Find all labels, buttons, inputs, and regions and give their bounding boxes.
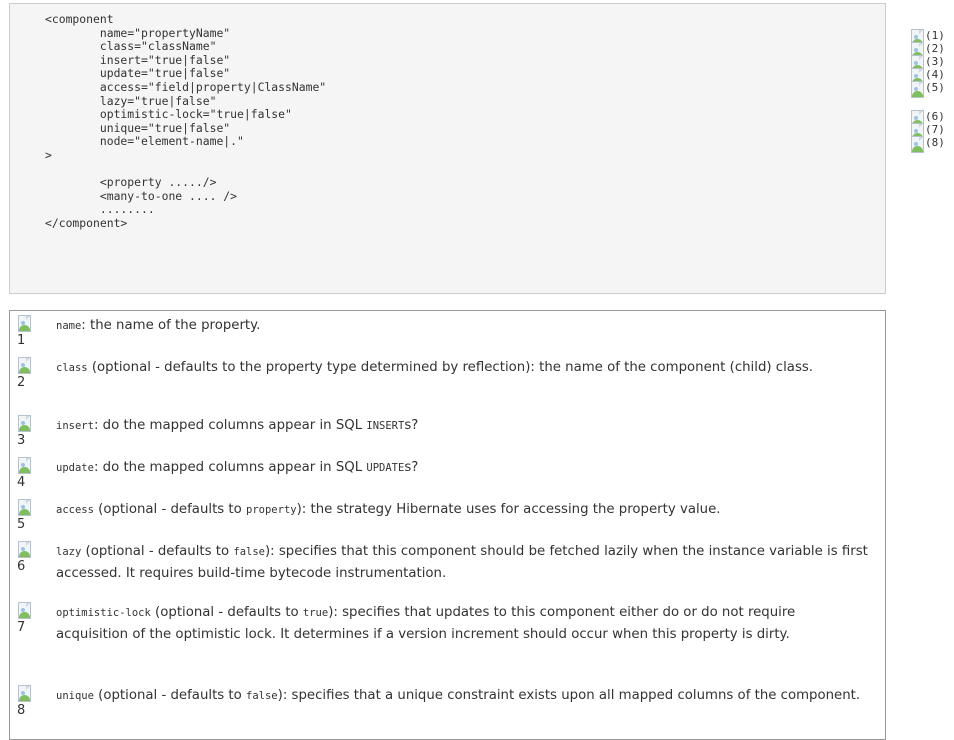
callout-list: 1 name: the name of the property. 2 class (… [9, 310, 886, 740]
code-listing: <component name="propertyName" class="cl… [9, 3, 886, 294]
code-line: lazy="true|false" [45, 93, 217, 108]
callout-item-text: name: the name of the property. [56, 315, 871, 337]
code-line: <component [45, 12, 114, 26]
description-text: s? [404, 418, 419, 433]
callout-item-number: 5 [17, 517, 26, 532]
code-literal: name [56, 320, 82, 332]
callout-item-number: 2 [17, 375, 26, 390]
callout-item-text: optimistic-lock (optional - defaults to … [56, 602, 871, 646]
callout-marker-8[interactable]: (8) [908, 135, 945, 153]
code-line: optimistic-lock="true|false" [45, 107, 292, 122]
code-literal: false [233, 546, 265, 558]
code-literal: UPDATE [366, 462, 405, 474]
callout-item-number: 8 [17, 703, 26, 718]
code-literal: access [56, 504, 94, 516]
code-line: > [45, 147, 52, 162]
description-text: (optional - defaults to [81, 544, 234, 559]
code-line: </component> [45, 215, 128, 230]
code-line: <many-to-one .... /> [45, 188, 238, 203]
code-line: update="true|false" [45, 66, 231, 81]
broken-image-icon [15, 356, 35, 376]
callout-marker-6[interactable]: (6) [908, 109, 945, 127]
code-line: node="element-name|." [45, 134, 244, 149]
broken-image-icon [15, 684, 35, 704]
broken-image-icon [15, 414, 35, 434]
code-text: <component name="propertyName" class="cl… [45, 12, 327, 231]
code-literal: insert [56, 420, 94, 432]
callout-item-number: 3 [17, 433, 26, 448]
code-literal: property [246, 504, 297, 516]
callout-marker-3[interactable]: (3) [908, 54, 945, 72]
code-literal: INSERT [366, 420, 405, 432]
code-line: ........ [45, 202, 155, 217]
broken-image-icon [15, 601, 35, 621]
description-text: : the name of the property. [81, 318, 261, 333]
description-text: (optional - defaults to [93, 502, 247, 517]
callout-item-text: update: do the mapped columns appear in … [56, 457, 871, 479]
code-literal: lazy [56, 546, 82, 558]
callout-marker-2[interactable]: (2) [908, 41, 945, 59]
code-line: access="field|property|ClassName" [45, 79, 327, 94]
code-literal: optimistic-lock [56, 607, 151, 619]
description-text: : do the mapped columns appear in SQL [93, 418, 367, 433]
code-line: <property ...../> [45, 175, 217, 190]
broken-image-icon [908, 80, 928, 100]
callout-item-text: class (optional - defaults to the proper… [56, 357, 871, 379]
callout-marker-7[interactable]: (7) [908, 122, 945, 140]
callout-marker-1[interactable]: (1) [908, 28, 945, 46]
description-text: (optional - defaults to [93, 688, 247, 703]
description-text: (optional - defaults to the property typ… [87, 360, 814, 375]
code-line: insert="true|false" [45, 52, 231, 67]
callout-marker-4[interactable]: (4) [908, 67, 945, 85]
description-text: ): the strategy Hibernate uses for acces… [296, 502, 721, 517]
description-text: s? [404, 460, 419, 475]
code-line: class="className" [45, 39, 217, 54]
code-line: unique="true|false" [45, 120, 231, 135]
code-literal: unique [56, 690, 94, 702]
description-text: (optional - defaults to [150, 605, 303, 620]
callout-marker-5[interactable]: (5) [908, 80, 945, 98]
broken-image-icon [908, 135, 928, 155]
description-text: ): specifies that a unique constraint ex… [277, 688, 861, 703]
broken-image-icon [15, 314, 35, 334]
code-literal: update [56, 462, 94, 474]
callout-item-text: lazy (optional - defaults to false): spe… [56, 541, 871, 585]
callout-item-number: 7 [17, 620, 26, 635]
callout-item-text: access (optional - defaults to property)… [56, 499, 871, 521]
code-literal: class [56, 362, 88, 374]
code-line: name="propertyName" [45, 25, 231, 40]
callout-item-number: 4 [17, 475, 26, 490]
description-text: : do the mapped columns appear in SQL [93, 460, 367, 475]
callout-item-number: 1 [17, 333, 26, 348]
broken-image-icon [15, 540, 35, 560]
broken-image-icon [15, 498, 35, 518]
code-literal: true [302, 607, 329, 619]
callout-item-text: insert: do the mapped columns appear in … [56, 415, 871, 437]
code-literal: false [246, 690, 278, 702]
broken-image-icon [15, 456, 35, 476]
callout-item-text: unique (optional - defaults to false): s… [56, 685, 871, 707]
callout-item-number: 6 [17, 559, 26, 574]
